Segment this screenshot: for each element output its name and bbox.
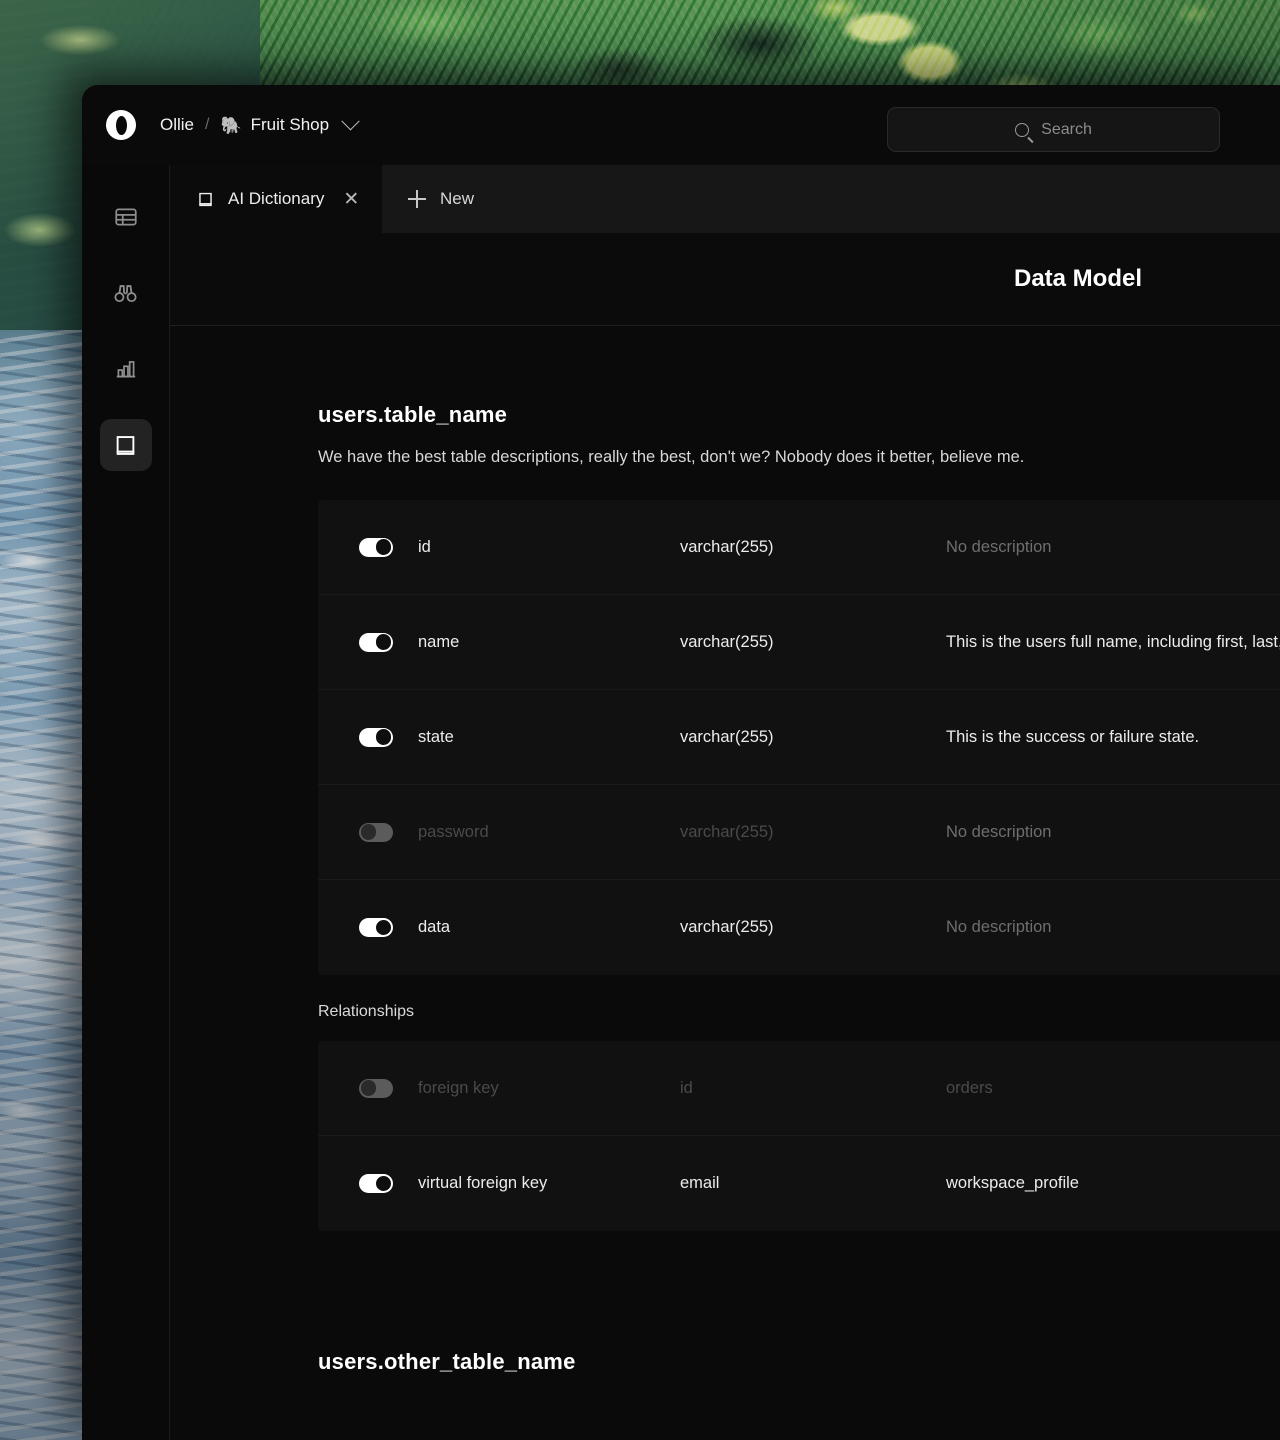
column-name: name — [418, 632, 460, 651]
search-placeholder: Search — [1041, 120, 1092, 138]
column-type: varchar(255) — [680, 632, 774, 651]
app-window: Ollie / 🐘 Fruit Shop Search AI Dictionar… — [82, 85, 1280, 1440]
page-body: users.table_name We have the best table … — [170, 326, 1280, 1440]
table-row[interactable]: id varchar(255) No description — [318, 500, 1280, 595]
column-toggle[interactable] — [359, 918, 393, 937]
column-description: This is the users full name, including f… — [946, 632, 1280, 651]
relationship-toggle-cell — [318, 1174, 418, 1193]
columns-card: id varchar(255) No description name varc… — [318, 500, 1280, 975]
tab-ai-dictionary[interactable]: AI Dictionary ✕ — [170, 165, 382, 233]
breadcrumb-user[interactable]: Ollie — [160, 115, 194, 135]
column-description: This is the success or failure state. — [946, 727, 1200, 746]
table-row[interactable]: name varchar(255) This is the users full… — [318, 595, 1280, 690]
table-section-users: users.table_name We have the best table … — [170, 402, 1280, 1375]
new-tab-button[interactable]: New — [382, 165, 500, 233]
column-toggle-cell — [318, 822, 418, 842]
table-row[interactable]: virtual foreign key email workspace_prof… — [318, 1136, 1280, 1231]
column-description: No description — [946, 537, 1052, 556]
relationship-toggle-cell — [318, 1078, 418, 1098]
bar-chart-icon — [116, 361, 135, 378]
column-toggle[interactable] — [359, 632, 393, 652]
titlebar: Ollie / 🐘 Fruit Shop Search — [82, 85, 1280, 165]
table-row[interactable]: state varchar(255) This is the success o… — [318, 690, 1280, 785]
table-name: users.table_name — [318, 402, 508, 427]
relationships-label: Relationships — [318, 1003, 415, 1020]
column-type: varchar(255) — [680, 727, 774, 746]
column-toggle[interactable] — [359, 727, 393, 747]
column-toggle[interactable] — [359, 537, 393, 557]
column-type: varchar(255) — [680, 918, 774, 936]
relationship-target: workspace_profile — [946, 1174, 1079, 1192]
sidebar-item-charts[interactable] — [100, 343, 152, 395]
table-row[interactable]: data varchar(255) No description — [318, 880, 1280, 975]
content-area: AI Dictionary ✕ New Data Model users.tab — [170, 165, 1280, 1440]
window-body: AI Dictionary ✕ New Data Model users.tab — [82, 165, 1280, 1440]
relationship-kind: foreign key — [418, 1078, 499, 1097]
relationships-card: foreign key id orders virtual foreign ke… — [318, 1041, 1280, 1231]
elephant-icon: 🐘 — [220, 115, 242, 135]
column-type: varchar(255) — [680, 822, 774, 841]
tab-label: AI Dictionary — [228, 189, 325, 208]
book-icon — [116, 435, 135, 455]
column-toggle-cell — [318, 727, 418, 747]
breadcrumb: Ollie / 🐘 Fruit Shop — [160, 111, 360, 135]
opera-o-logo-icon[interactable] — [106, 110, 136, 140]
chevron-down-icon[interactable] — [341, 111, 360, 130]
sidebar-item-tables[interactable] — [100, 191, 152, 243]
column-toggle-cell — [318, 918, 418, 937]
desktop-background: Ollie / 🐘 Fruit Shop Search AI Dictionar… — [0, 0, 1280, 1440]
plus-icon — [408, 190, 426, 208]
table-icon — [114, 208, 137, 226]
relationship-toggle[interactable] — [359, 1078, 393, 1098]
column-toggle-cell — [318, 537, 418, 557]
column-name: id — [418, 537, 431, 556]
search-input[interactable]: Search — [887, 107, 1220, 152]
column-toggle[interactable] — [359, 822, 393, 842]
page-header: Data Model — [170, 233, 1280, 326]
book-icon — [199, 192, 212, 206]
relationship-column: id — [680, 1078, 693, 1097]
new-tab-label: New — [440, 189, 475, 208]
relationship-target: orders — [946, 1078, 993, 1097]
tab-strip: AI Dictionary ✕ New — [170, 165, 1280, 233]
page-title: Data Model — [1013, 265, 1142, 292]
sidebar-item-dictionary[interactable] — [99, 419, 152, 471]
column-type: varchar(255) — [680, 537, 774, 556]
search-icon — [1015, 122, 1030, 137]
relationship-column: email — [680, 1174, 720, 1192]
breadcrumb-workspace-label: Fruit Shop — [250, 115, 330, 134]
table-name: users.other_table_name — [318, 1349, 576, 1374]
breadcrumb-workspace[interactable]: 🐘 Fruit Shop — [220, 115, 329, 135]
table-row[interactable]: password varchar(255) No description — [318, 785, 1280, 880]
close-icon[interactable]: ✕ — [343, 190, 359, 209]
column-description: No description — [946, 822, 1052, 841]
binoculars-icon — [114, 284, 137, 302]
relationship-toggle[interactable] — [359, 1174, 393, 1193]
relationship-kind: virtual foreign key — [418, 1174, 548, 1192]
breadcrumb-separator: / — [205, 116, 210, 133]
sidebar-rail — [82, 165, 170, 1440]
column-name: state — [418, 727, 454, 746]
column-toggle-cell — [318, 632, 418, 652]
column-name: data — [418, 918, 451, 936]
column-name: password — [418, 822, 489, 841]
table-description: We have the best table descriptions, rea… — [318, 448, 1025, 466]
table-row[interactable]: foreign key id orders — [318, 1041, 1280, 1136]
column-description: No description — [946, 918, 1052, 936]
sidebar-item-explore[interactable] — [100, 267, 152, 319]
